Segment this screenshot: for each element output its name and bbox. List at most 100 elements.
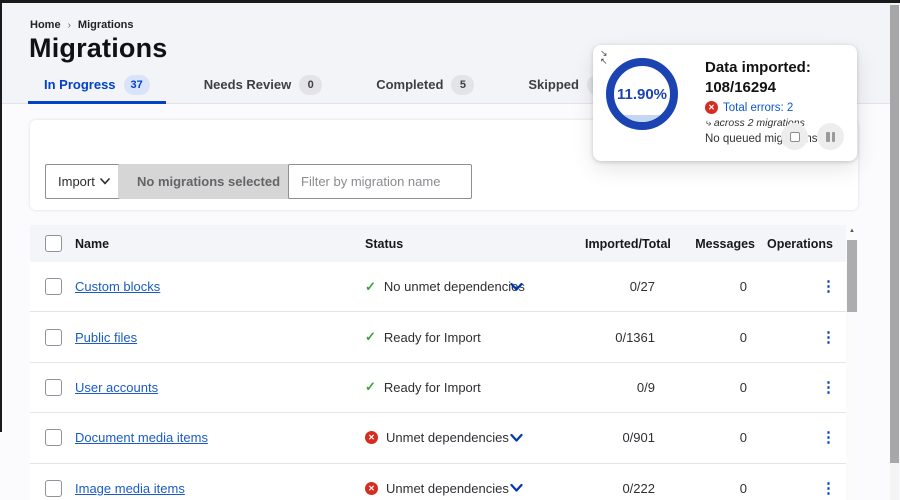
table-scrollbar[interactable]: ▲ <box>846 225 858 500</box>
import-dropdown-button[interactable]: Import <box>45 164 123 199</box>
progress-ring: 11.90% <box>606 58 678 130</box>
status-cell: ✓ Ready for Import <box>355 329 585 345</box>
tab-count-badge: 5 <box>451 74 475 95</box>
row-checkbox[interactable] <box>45 278 62 296</box>
operations-kebab-icon[interactable]: ⋮ <box>821 380 836 395</box>
progress-ring-fill <box>614 114 670 122</box>
filter-migration-input[interactable] <box>288 164 472 199</box>
row-checkbox[interactable] <box>45 328 62 346</box>
progress-percent: 11.90% <box>616 85 668 103</box>
table-body: Custom blocks ✓ No unmet dependencies 0/… <box>30 262 858 500</box>
data-imported-count: 108/16294 <box>705 78 776 96</box>
status-cell: ✕ Unmet dependencies <box>355 430 585 445</box>
migration-name-link[interactable]: Custom blocks <box>75 279 160 294</box>
select-all-checkbox[interactable] <box>45 235 62 252</box>
window-top-edge <box>0 0 900 3</box>
table-row: User accounts ✓ Ready for Import 0/9 0 ⋮ <box>30 362 858 414</box>
messages-count: 0 <box>739 379 747 395</box>
error-icon: ✕ <box>365 431 378 445</box>
operations-kebab-icon[interactable]: ⋮ <box>821 330 836 345</box>
tab-label: Completed <box>376 77 444 92</box>
breadcrumb-current: Migrations <box>77 19 134 31</box>
status-text: No unmet dependencies <box>383 279 525 295</box>
table-row: Image media items ✕ Unmet dependencies 0… <box>30 463 858 500</box>
expand-status-button[interactable] <box>508 431 525 444</box>
error-icon: ✕ <box>365 481 378 495</box>
collapse-card-icon[interactable]: ↘ ↖ <box>600 49 608 66</box>
operations-kebab-icon[interactable]: ⋮ <box>821 430 836 445</box>
imported-total-value: 0/9 <box>636 379 655 395</box>
migration-name-link[interactable]: Document media items <box>75 430 208 445</box>
chevron-down-icon <box>510 433 523 442</box>
hook-arrow-icon: ⤷ <box>705 117 711 129</box>
messages-count: 0 <box>739 480 747 496</box>
imported-total-value: 0/901 <box>622 430 655 446</box>
migration-name-link[interactable]: Public files <box>75 330 137 345</box>
expand-status-button[interactable] <box>508 280 525 293</box>
table-scrollbar-thumb[interactable] <box>847 240 857 312</box>
column-header-name: Name <box>75 236 110 251</box>
migrations-page: Home › Migrations Migrations In Progress… <box>0 0 900 500</box>
data-imported-heading: Data imported: 108/16294 <box>705 58 847 97</box>
chevron-down-icon <box>100 178 110 185</box>
check-icon: ✓ <box>365 379 376 395</box>
page-scrollbar[interactable] <box>890 3 899 500</box>
status-text: Unmet dependencies <box>386 480 509 496</box>
operations-kebab-icon[interactable]: ⋮ <box>821 279 836 294</box>
status-cell: ✕ Unmet dependencies <box>355 481 585 496</box>
tab-needs-review[interactable]: Needs Review 0 <box>188 68 338 104</box>
imported-total-value: 0/27 <box>629 279 655 295</box>
row-checkbox[interactable] <box>45 378 62 396</box>
chevron-down-icon <box>510 484 523 492</box>
stop-button[interactable] <box>781 123 808 150</box>
column-header-status: Status <box>365 236 404 251</box>
messages-count: 0 <box>739 329 747 345</box>
status-cell: ✓ No unmet dependencies <box>355 279 585 295</box>
tab-completed[interactable]: Completed 5 <box>360 68 490 104</box>
status-text: Ready for Import <box>383 329 481 345</box>
messages-count: 0 <box>739 430 747 446</box>
breadcrumb-home-link[interactable]: Home <box>30 19 61 31</box>
tab-label: Skipped <box>528 77 579 92</box>
no-migrations-selected-button: No migrations selected <box>118 164 300 199</box>
import-progress-card: ↘ ↖ 11.90% Data imported: 108/16294 ✕ To… <box>593 45 857 161</box>
tab-in-progress[interactable]: In Progress 37 <box>28 68 166 104</box>
total-errors-link[interactable]: ✕ Total errors: 2 <box>705 101 847 114</box>
imported-total-value: 0/1361 <box>615 329 655 345</box>
error-icon: ✕ <box>705 101 718 114</box>
page-scrollbar-thumb[interactable] <box>890 5 899 463</box>
collapse-arrow-up-left-icon: ↖ <box>600 55 608 66</box>
expand-status-button[interactable] <box>508 482 525 495</box>
page-title: Migrations <box>29 33 168 63</box>
status-cell: ✓ Ready for Import <box>355 379 585 395</box>
tab-label: In Progress <box>44 77 116 92</box>
column-header-messages: Messages <box>695 236 755 251</box>
table-row: Custom blocks ✓ No unmet dependencies 0/… <box>30 262 858 313</box>
row-checkbox[interactable] <box>45 479 62 497</box>
tab-count-badge: 0 <box>299 74 323 95</box>
column-header-operations: Operations <box>767 236 833 251</box>
row-checkbox[interactable] <box>45 429 62 447</box>
migrations-table: Name Status Imported/Total Messages Oper… <box>30 225 858 500</box>
operations-kebab-icon[interactable]: ⋮ <box>821 481 836 496</box>
breadcrumb-separator-icon: › <box>67 19 71 31</box>
breadcrumb: Home › Migrations <box>30 19 134 31</box>
chevron-down-icon <box>510 282 523 291</box>
messages-count: 0 <box>739 279 747 295</box>
migration-controls <box>781 123 844 150</box>
tab-count-badge: 37 <box>123 74 150 95</box>
pause-button[interactable] <box>817 123 844 150</box>
status-text: Ready for Import <box>383 379 481 395</box>
table-row: Document media items ✕ Unmet dependencie… <box>30 413 858 464</box>
pause-icon <box>826 131 835 142</box>
scroll-up-icon[interactable]: ▲ <box>846 225 858 238</box>
check-icon: ✓ <box>365 329 376 345</box>
table-header-row: Name Status Imported/Total Messages Oper… <box>30 225 858 262</box>
tab-label: Needs Review <box>203 77 292 92</box>
stop-icon <box>789 131 800 142</box>
column-header-imported: Imported/Total <box>585 236 671 251</box>
migration-name-link[interactable]: User accounts <box>75 380 158 395</box>
status-text: Unmet dependencies <box>386 430 509 446</box>
check-icon: ✓ <box>365 278 376 294</box>
migration-name-link[interactable]: Image media items <box>75 481 185 496</box>
